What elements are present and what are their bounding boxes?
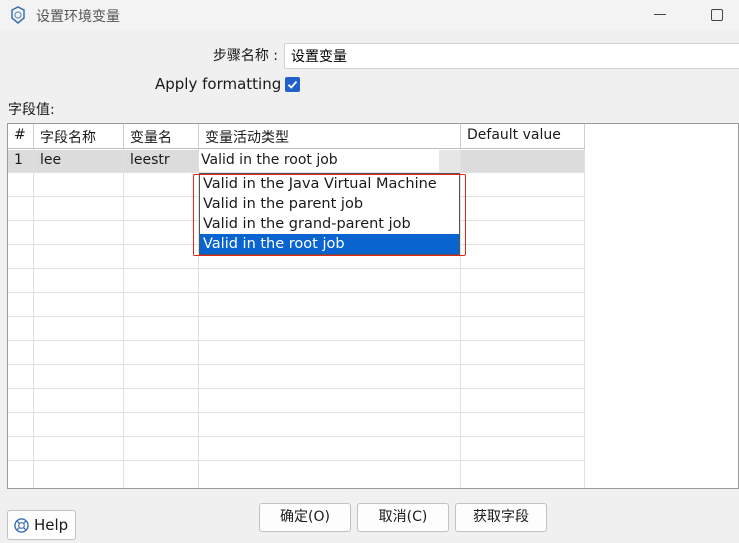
window-title: 设置环境变量 <box>36 9 120 25</box>
column-header-variable-name[interactable]: 变量名 <box>124 124 199 149</box>
variable-type-cell[interactable]: Valid in the root job <box>199 150 439 172</box>
field-name-cell[interactable]: lee <box>34 150 123 172</box>
column-header-field-name[interactable]: 字段名称 <box>34 124 124 149</box>
cancel-button[interactable]: 取消(C) <box>357 503 449 532</box>
column-header-number[interactable]: ^ # <box>8 124 34 149</box>
check-icon <box>287 80 298 89</box>
column-header-default-value[interactable]: Default value <box>461 124 585 149</box>
minimize-button[interactable] <box>654 14 666 15</box>
sort-icon: ^ <box>18 123 26 130</box>
fields-label: 字段值: <box>8 102 55 118</box>
apply-formatting-label: Apply formatting <box>155 75 282 93</box>
app-icon <box>11 6 25 24</box>
dropdown-option-grand-parent-job[interactable]: Valid in the grand-parent job <box>200 214 459 234</box>
title-bar: 设置环境变量 <box>0 0 739 30</box>
row-number-cell[interactable]: 1 <box>8 150 33 172</box>
step-name-input[interactable] <box>284 43 739 69</box>
dropdown-option-root-job[interactable]: Valid in the root job <box>200 234 459 254</box>
apply-formatting-checkbox[interactable] <box>285 77 300 92</box>
help-icon <box>14 518 29 533</box>
variable-type-dropdown-button[interactable] <box>439 150 460 172</box>
dropdown-option-jvm[interactable]: Valid in the Java Virtual Machine <box>200 174 459 194</box>
maximize-button[interactable] <box>711 9 723 21</box>
variable-type-dropdown-list[interactable]: Valid in the Java Virtual Machine Valid … <box>199 173 460 255</box>
step-name-label: 步骤名称 : <box>212 48 278 64</box>
ok-button[interactable]: 确定(O) <box>259 503 351 532</box>
variable-name-cell[interactable]: leestr <box>124 150 198 172</box>
help-button[interactable]: Help <box>7 510 76 540</box>
get-fields-button[interactable]: 获取字段 <box>455 503 547 532</box>
default-value-cell[interactable] <box>461 150 584 172</box>
column-header-variable-type[interactable]: 变量活动类型 <box>199 124 461 149</box>
dropdown-option-parent-job[interactable]: Valid in the parent job <box>200 194 459 214</box>
help-button-label: Help <box>34 516 69 534</box>
